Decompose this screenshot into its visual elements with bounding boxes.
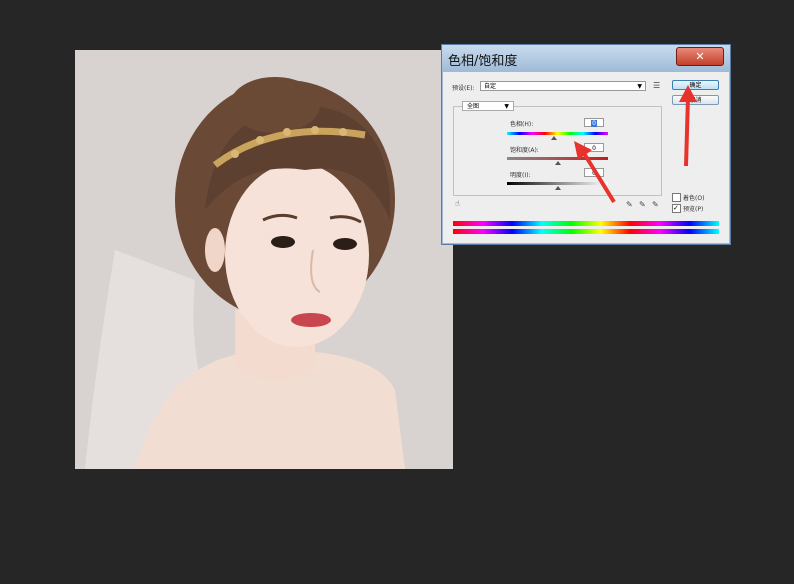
hue-slider-thumb[interactable] [551,136,557,140]
saturation-slider-thumb[interactable] [555,161,561,165]
preview-label: 预览(P) [683,206,704,213]
saturation-label: 饱和度(A): [510,147,539,154]
lightness-input[interactable]: 0 [584,168,604,177]
saturation-slider-track[interactable] [507,157,608,160]
lightness-slider-thumb[interactable] [555,186,561,190]
hue-input[interactable]: 0 [584,118,604,127]
colorize-label: 着色(O) [683,195,705,202]
preset-value: 自定 [484,83,497,90]
close-button[interactable]: ✕ [676,47,724,66]
hue-value: 0 [591,120,597,127]
output-color-bar [453,229,719,234]
channel-value: 全图 [467,103,480,110]
lightness-slider-track[interactable] [507,182,608,185]
lightness-label: 明度(I): [510,172,531,179]
lightness-value: 0 [592,170,596,177]
hand-adjust-icon[interactable]: ☝ [455,199,460,208]
preset-options-icon[interactable]: ☰ [653,81,660,90]
cancel-button[interactable]: 取消 [672,95,719,105]
saturation-value: 0 [592,145,596,152]
close-icon: ✕ [695,50,705,63]
hue-slider-track[interactable] [507,132,608,135]
saturation-input[interactable]: 0 [584,143,604,152]
hue-label: 色相(H): [510,121,534,128]
preset-label: 预设(E): [452,85,475,92]
ok-button[interactable]: 确定 [672,80,719,90]
eyedropper-plus-icon[interactable]: ✎ [639,200,646,209]
photo-canvas [75,50,453,469]
eyedropper-minus-icon[interactable]: ✎ [652,200,659,209]
chevron-down-icon: ▼ [504,103,509,110]
colorize-checkbox[interactable] [672,193,681,202]
channel-dropdown[interactable]: 全图 ▼ [462,101,514,111]
input-color-bar [453,221,719,226]
preview-checkbox[interactable]: ✓ [672,204,681,213]
dialog-titlebar[interactable]: 色相/饱和度 ✕ [442,45,730,72]
dialog-title: 色相/饱和度 [448,54,518,69]
eyedropper-icon[interactable]: ✎ [626,200,633,209]
chevron-down-icon: ▼ [637,83,642,90]
preset-dropdown[interactable]: 自定 ▼ [480,81,646,91]
